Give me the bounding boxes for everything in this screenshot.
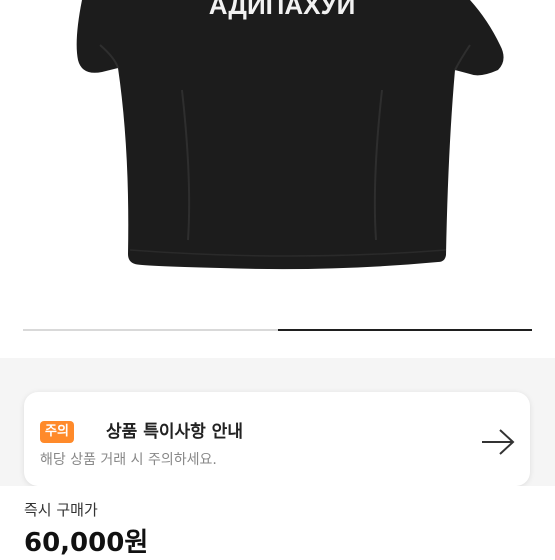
carousel-progress-thumb <box>277 329 532 331</box>
notice-card[interactable]: 주의 상품 특이사항 안내 해당 상품 거래 시 주의하세요. <box>24 392 530 486</box>
product-photo: АДИПАХУЙ <box>76 0 504 270</box>
price-section: 즉시 구매가 60,000원 <box>0 486 555 558</box>
instant-buy-label: 즉시 구매가 <box>24 501 98 519</box>
notice-title: 상품 특이사항 안내 <box>106 422 243 442</box>
caution-badge: 주의 <box>40 421 74 443</box>
section-divider <box>0 358 555 378</box>
arrow-right-icon[interactable] <box>480 427 516 457</box>
carousel-progress-bar <box>23 329 532 331</box>
notice-description: 해당 상품 거래 시 주의하세요. <box>40 452 217 468</box>
tshirt-shape <box>76 0 504 270</box>
shirt-print-text: АДИПАХУЙ <box>209 0 356 20</box>
product-image-carousel[interactable]: АДИПАХУЙ <box>0 0 555 358</box>
